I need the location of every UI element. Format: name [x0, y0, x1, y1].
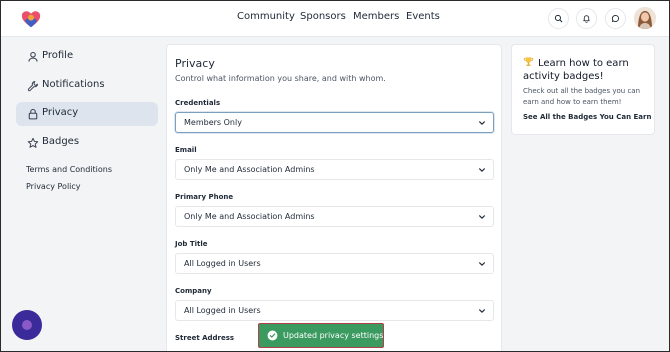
sidebar-item-label: Privacy [42, 107, 79, 118]
main-nav: Community Sponsors Members Events [0, 0, 670, 37]
field-label: Street Address [175, 334, 235, 342]
select-value: All Logged in Users [184, 306, 261, 315]
see-all-badges-link[interactable]: See All the Badges You Can Earn [523, 113, 651, 121]
sidebar-item-label: Badges [42, 136, 80, 147]
page-subtitle: Control what information you share, and … [175, 74, 386, 83]
credentials-select[interactable]: Members Only [175, 112, 494, 133]
sidebar-item-label: Profile [42, 50, 74, 61]
badges-card-title: Learn how to earn activity badges! [523, 56, 649, 83]
select-value: Only Me and Association Admins [184, 165, 315, 174]
nav-sponsors[interactable]: Sponsors [300, 11, 346, 22]
bell-icon [583, 15, 590, 23]
email-select[interactable]: Only Me and Association Admins [175, 159, 494, 180]
notifications-button[interactable] [576, 8, 597, 29]
field-label: Credentials [175, 99, 221, 107]
chat-icon [611, 14, 619, 23]
avatar[interactable] [634, 7, 656, 29]
sidebar-item-notifications[interactable]: Notifications [16, 74, 158, 98]
privacy-policy-link[interactable]: Privacy Policy [26, 182, 81, 191]
search-button[interactable] [548, 8, 569, 29]
user-photo-icon [634, 7, 656, 29]
chevron-down-icon [479, 262, 485, 266]
trophy-icon [523, 57, 534, 66]
nav-events[interactable]: Events [406, 11, 440, 22]
chevron-down-icon [479, 309, 485, 313]
select-value: Members Only [184, 118, 242, 127]
sidebar-item-label: Notifications [42, 79, 105, 90]
primary-phone-select[interactable]: Only Me and Association Admins [175, 206, 494, 227]
star-icon [27, 137, 39, 148]
messages-button[interactable] [605, 8, 626, 29]
chevron-down-icon [479, 168, 485, 172]
chevron-down-icon [479, 215, 485, 219]
toast-message: Updated privacy settings. [283, 331, 386, 340]
check-circle-icon [267, 330, 278, 341]
sidebar-item-badges[interactable]: Badges [16, 131, 158, 155]
badges-card-title-text: Learn how to earn activity badges! [523, 58, 629, 82]
chevron-down-icon [479, 121, 485, 125]
success-toast: Updated privacy settings. [258, 323, 386, 348]
top-bar: Community Sponsors Members Events [0, 0, 670, 37]
job-title-select[interactable]: All Logged in Users [175, 253, 494, 274]
page-title: Privacy [175, 57, 215, 70]
user-icon [28, 51, 38, 62]
help-fab-button[interactable] [12, 310, 42, 340]
field-label: Company [175, 287, 212, 295]
wrench-icon [27, 81, 38, 92]
badges-card-body: Check out all the badges you can earn an… [523, 87, 641, 106]
nav-community[interactable]: Community [237, 11, 295, 22]
nav-members[interactable]: Members [353, 11, 399, 22]
lock-icon [28, 108, 38, 120]
field-label: Job Title [175, 240, 208, 248]
sidebar-item-privacy[interactable]: Privacy [16, 102, 158, 126]
company-select[interactable]: All Logged in Users [175, 300, 494, 321]
select-value: Only Me and Association Admins [184, 212, 315, 221]
terms-link[interactable]: Terms and Conditions [26, 165, 112, 174]
sidebar-item-profile[interactable]: Profile [16, 45, 158, 69]
select-value: All Logged in Users [184, 259, 261, 268]
search-icon [554, 14, 563, 23]
fab-dot-icon [22, 320, 32, 330]
field-label: Email [175, 146, 197, 154]
field-label: Primary Phone [175, 193, 234, 201]
